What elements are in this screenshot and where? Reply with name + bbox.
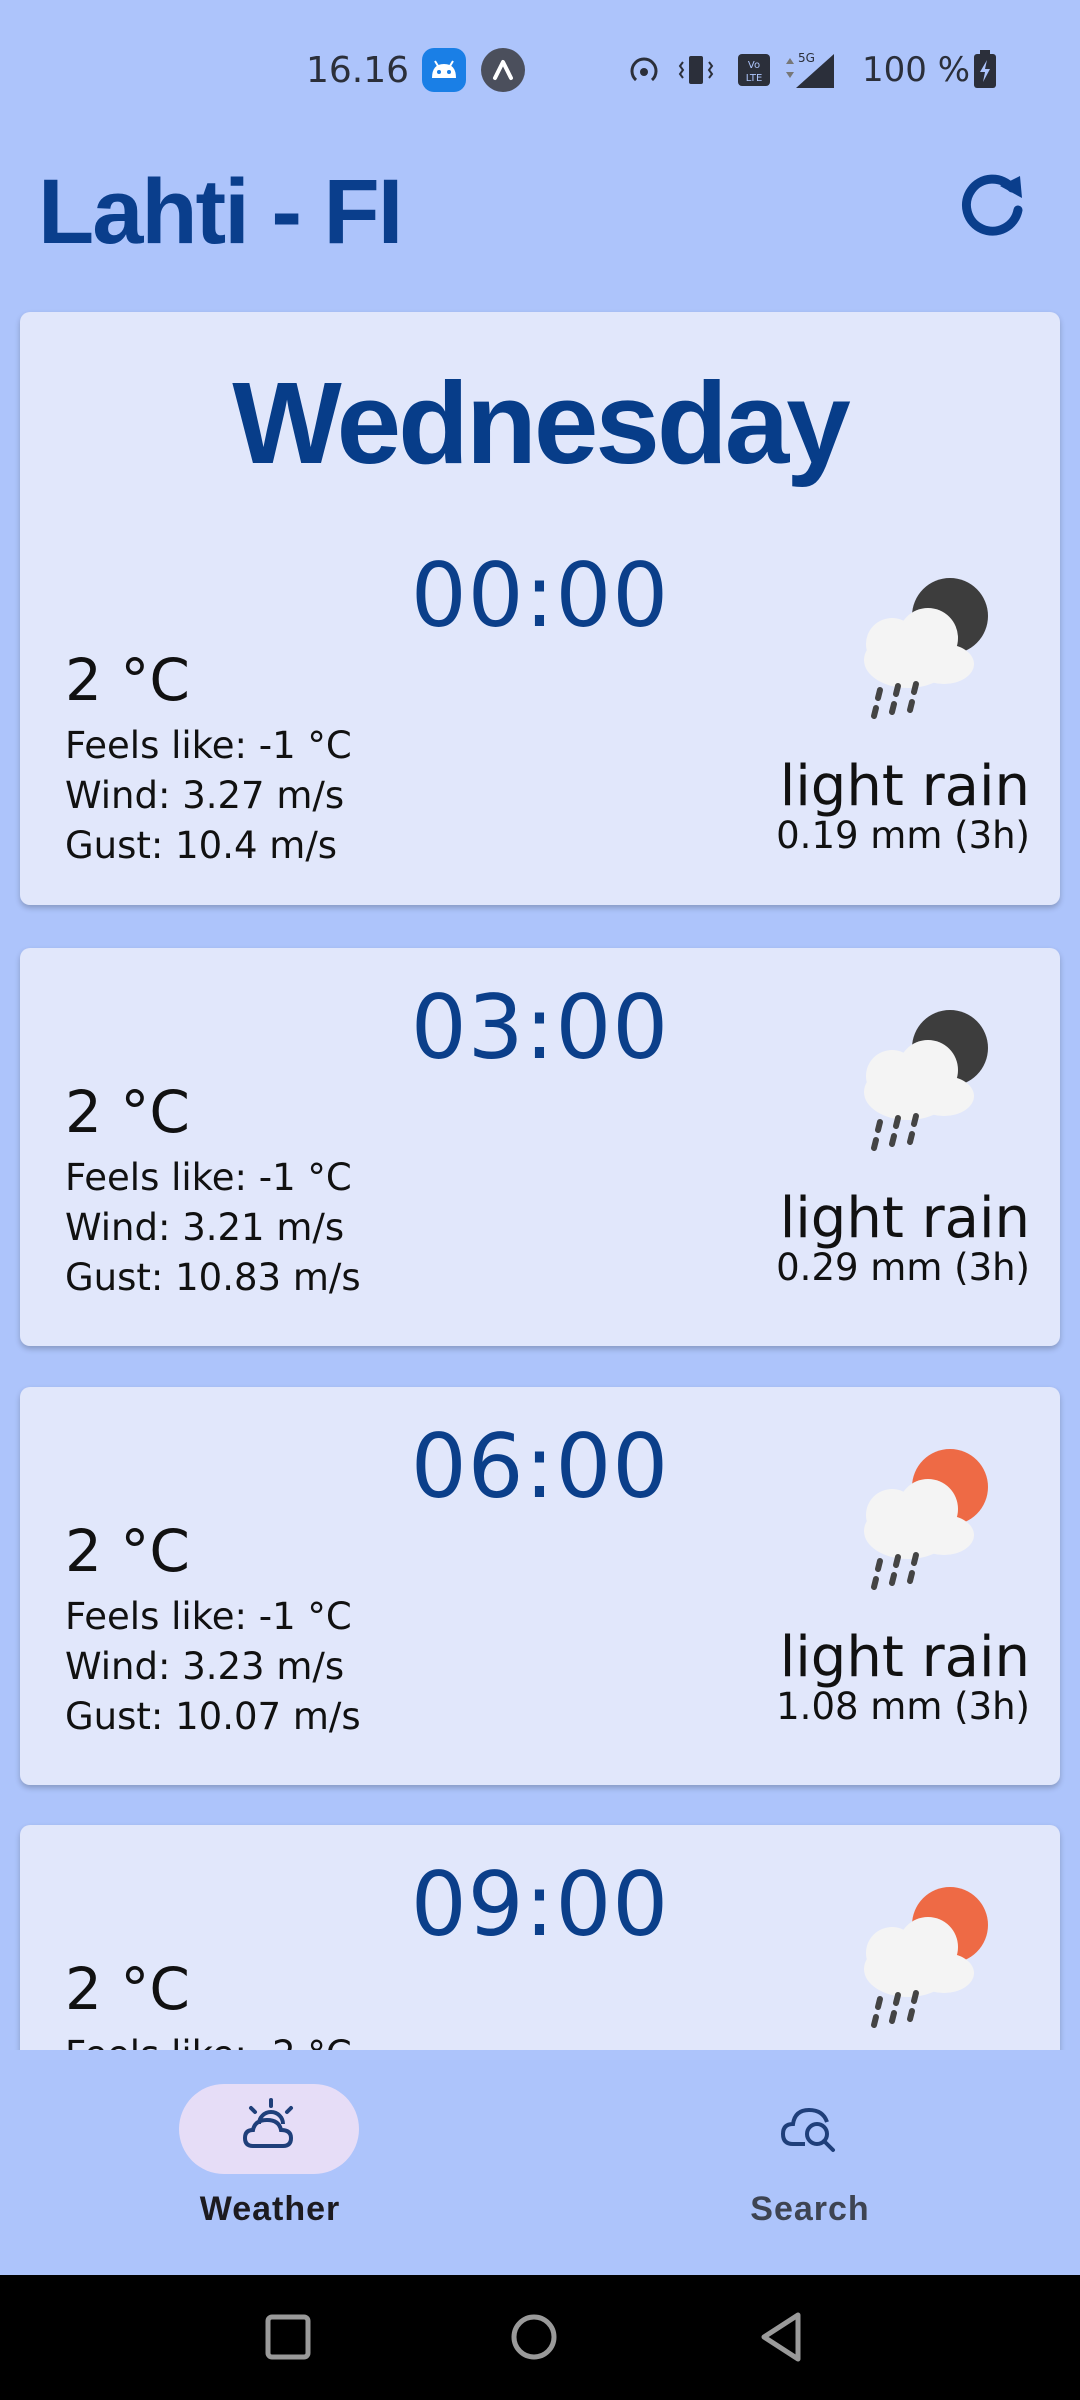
signal-5g-icon: 5G: [786, 51, 834, 88]
refresh-icon[interactable]: [950, 160, 1036, 246]
forecast-entry: 09:00 2 °C Feels like: -2 °C: [20, 1853, 1060, 2050]
back-button[interactable]: [750, 2305, 814, 2369]
night-rain-icon: [864, 1010, 988, 1151]
volte-icon: Vo LTE: [738, 54, 770, 86]
weather-icon: [242, 2098, 294, 2148]
nav-label-search: Search: [750, 2190, 870, 2228]
gust-speed: Gust: 10.83 m/s: [65, 1256, 361, 1299]
svg-text:LTE: LTE: [746, 73, 763, 84]
forecast-entry: 03:00 2 °C Feels like: -1 °C Wind: 3.21 …: [20, 976, 1060, 1306]
battery-percent: 100 %: [862, 50, 971, 90]
battery-charging-icon: [974, 50, 996, 88]
day-rain-icon: [864, 1449, 988, 1590]
nav-item-weather[interactable]: Weather: [0, 2050, 540, 2275]
home-button[interactable]: [502, 2305, 566, 2369]
page-title: Lahti - FI: [38, 161, 403, 263]
weather-description: light rain: [779, 1186, 1030, 1251]
feels-like: Feels like: -1 °C: [65, 1595, 352, 1638]
forecast-card: 09:00 2 °C Feels like: -2 °C: [20, 1825, 1060, 2050]
forecast-entry: 00:00 2 °C Feels like: -1 °C Wind: 3.27 …: [20, 544, 1060, 874]
precipitation: 0.29 mm (3h): [776, 1246, 1030, 1289]
gust-speed: Gust: 10.4 m/s: [65, 824, 338, 867]
wind-speed: Wind: 3.27 m/s: [65, 774, 345, 817]
forecast-card: 06:00 2 °C Feels like: -1 °C Wind: 3.23 …: [20, 1387, 1060, 1785]
temperature: 2 °C: [65, 1955, 190, 2023]
precipitation: 1.08 mm (3h): [776, 1685, 1030, 1728]
app-notification-icon: [481, 48, 525, 92]
recent-apps-button[interactable]: [256, 2305, 320, 2369]
gust-speed: Gust: 10.07 m/s: [65, 1695, 361, 1738]
feels-like: Feels like: -1 °C: [65, 724, 352, 767]
feels-like: Feels like: -2 °C: [65, 2033, 352, 2050]
temperature: 2 °C: [65, 1517, 190, 1585]
cloud-search-icon: [780, 2107, 835, 2152]
nav-label-weather: Weather: [199, 2190, 341, 2228]
forecast-card: Wednesday 00:00 2 °C Feels like: -1 °C W…: [20, 312, 1060, 905]
svg-text:5G: 5G: [798, 51, 815, 65]
status-bar: 16.16 Vo LTE 5G 100 %: [0, 0, 1080, 140]
system-navigation-bar: [0, 2275, 1080, 2400]
wind-speed: Wind: 3.21 m/s: [65, 1206, 345, 1249]
temperature: 2 °C: [65, 1078, 190, 1146]
android-notification-icon: [422, 48, 466, 92]
forecast-card: 03:00 2 °C Feels like: -1 °C Wind: 3.21 …: [20, 948, 1060, 1346]
wind-speed: Wind: 3.23 m/s: [65, 1645, 345, 1688]
temperature: 2 °C: [65, 646, 190, 714]
feels-like: Feels like: -1 °C: [65, 1156, 352, 1199]
hotspot-icon: [630, 57, 658, 82]
day-title: Wednesday: [232, 358, 851, 488]
bottom-navigation: Weather Search: [0, 2050, 1080, 2275]
svg-text:Vo: Vo: [748, 60, 760, 71]
vibrate-icon: [678, 56, 714, 84]
status-time: 16.16: [306, 50, 410, 91]
day-rain-icon: [864, 1887, 988, 2028]
forecast-entry: 06:00 2 °C Feels like: -1 °C Wind: 3.23 …: [20, 1415, 1060, 1745]
precipitation: 0.19 mm (3h): [776, 814, 1030, 857]
forecast-list[interactable]: Wednesday 00:00 2 °C Feels like: -1 °C W…: [0, 300, 1080, 2050]
nav-item-search[interactable]: Search: [540, 2050, 1080, 2275]
night-rain-icon: [864, 578, 988, 719]
weather-description: light rain: [779, 1625, 1030, 1690]
weather-description: light rain: [779, 754, 1030, 819]
